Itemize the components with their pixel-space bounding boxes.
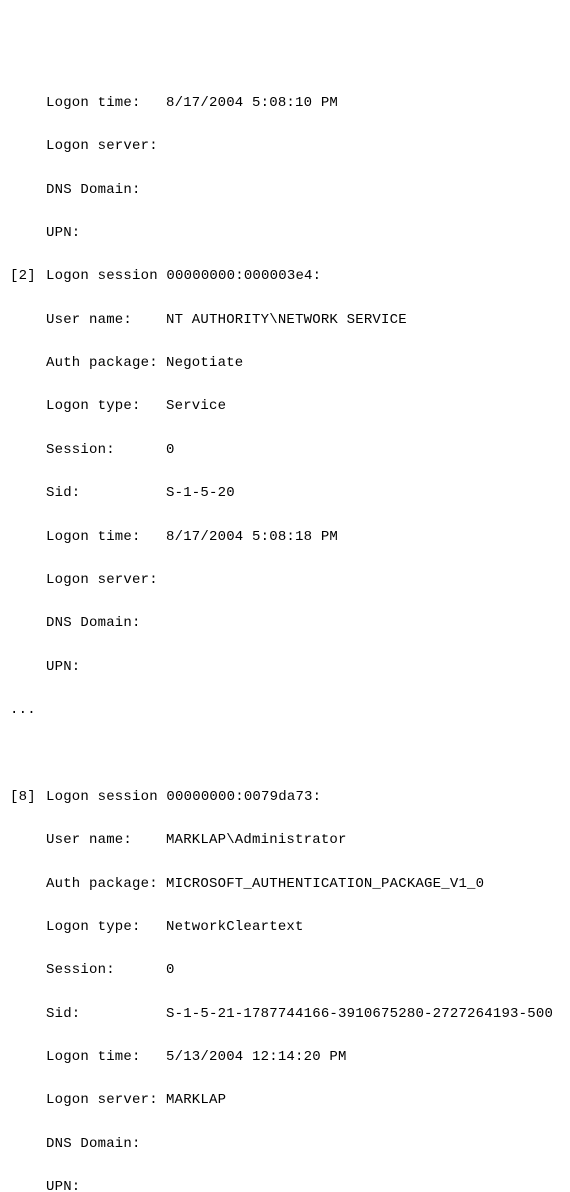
field-value: MARKLAP\Administrator	[166, 830, 347, 852]
field-row: DNS Domain:	[10, 180, 560, 202]
field-value: MICROSOFT_AUTHENTICATION_PACKAGE_V1_0	[166, 874, 484, 896]
field-row: Logon server:	[10, 570, 560, 592]
field-label: Logon type:	[46, 917, 166, 939]
field-value: 0	[166, 440, 175, 462]
field-label: Auth package:	[46, 874, 166, 896]
field-value: MARKLAP	[166, 1090, 226, 1112]
field-value: 5/13/2004 12:14:20 PM	[166, 1047, 347, 1069]
field-row: Logon server:MARKLAP	[10, 1090, 560, 1112]
field-label: Session:	[46, 440, 166, 462]
field-row: Logon server:	[10, 136, 560, 158]
field-value: 8/17/2004 5:08:18 PM	[166, 527, 338, 549]
blank-row	[10, 743, 560, 765]
field-row: Logon time:5/13/2004 12:14:20 PM	[10, 1047, 560, 1069]
field-row: User name:NT AUTHORITY\NETWORK SERVICE	[10, 310, 560, 332]
field-row: Logon type:Service	[10, 396, 560, 418]
field-row: DNS Domain:	[10, 1134, 560, 1156]
field-value: Negotiate	[166, 353, 243, 375]
field-value: Service	[166, 396, 226, 418]
field-value: 8/17/2004 5:08:10 PM	[166, 93, 338, 115]
field-row: DNS Domain:	[10, 613, 560, 635]
field-row: Sid:S-1-5-21-1787744166-3910675280-27272…	[10, 1004, 560, 1026]
field-label: UPN:	[46, 657, 166, 679]
field-row: UPN:	[10, 223, 560, 245]
field-row: Logon type:NetworkCleartext	[10, 917, 560, 939]
field-label: Logon server:	[46, 570, 166, 592]
session-title-prefix: Logon session	[46, 266, 166, 288]
field-label: Logon server:	[46, 1090, 166, 1112]
field-row: Sid:S-1-5-20	[10, 483, 560, 505]
field-value: NetworkCleartext	[166, 917, 304, 939]
terminal-output: Logon time:8/17/2004 5:08:10 PM Logon se…	[10, 71, 560, 1192]
field-label: DNS Domain:	[46, 180, 166, 202]
field-row: Logon time:8/17/2004 5:08:10 PM	[10, 93, 560, 115]
field-label: Logon server:	[46, 136, 166, 158]
field-label: Sid:	[46, 1004, 166, 1026]
field-label: Auth package:	[46, 353, 166, 375]
field-value: S-1-5-21-1787744166-3910675280-272726419…	[166, 1004, 553, 1026]
field-row: User name:MARKLAP\Administrator	[10, 830, 560, 852]
session-title-prefix: Logon session	[46, 787, 166, 809]
field-label: User name:	[46, 830, 166, 852]
field-value: S-1-5-20	[166, 483, 235, 505]
session-id: 00000000:0079da73:	[166, 787, 321, 809]
field-label: UPN:	[46, 223, 166, 245]
field-value: 0	[166, 960, 175, 982]
field-label: Logon time:	[46, 527, 166, 549]
session-index: [2]	[10, 266, 46, 288]
field-label: Session:	[46, 960, 166, 982]
session-id: 00000000:000003e4:	[166, 266, 321, 288]
field-label: Logon time:	[46, 1047, 166, 1069]
ellipsis: ...	[10, 700, 36, 722]
field-value: NT AUTHORITY\NETWORK SERVICE	[166, 310, 407, 332]
field-row: Session:0	[10, 960, 560, 982]
field-row: UPN:	[10, 1177, 560, 1192]
field-label: DNS Domain:	[46, 1134, 166, 1156]
field-label: UPN:	[46, 1177, 166, 1192]
field-label: Logon time:	[46, 93, 166, 115]
field-label: User name:	[46, 310, 166, 332]
field-label: Logon type:	[46, 396, 166, 418]
session-header: [2]Logon session 00000000:000003e4:	[10, 266, 560, 288]
session-header: [8]Logon session 00000000:0079da73:	[10, 787, 560, 809]
ellipsis-row: ...	[10, 700, 560, 722]
field-row: UPN:	[10, 657, 560, 679]
field-row: Auth package:MICROSOFT_AUTHENTICATION_PA…	[10, 874, 560, 896]
field-label: DNS Domain:	[46, 613, 166, 635]
field-row: Session:0	[10, 440, 560, 462]
field-row: Auth package:Negotiate	[10, 353, 560, 375]
field-label: Sid:	[46, 483, 166, 505]
field-row: Logon time:8/17/2004 5:08:18 PM	[10, 527, 560, 549]
session-index: [8]	[10, 787, 46, 809]
